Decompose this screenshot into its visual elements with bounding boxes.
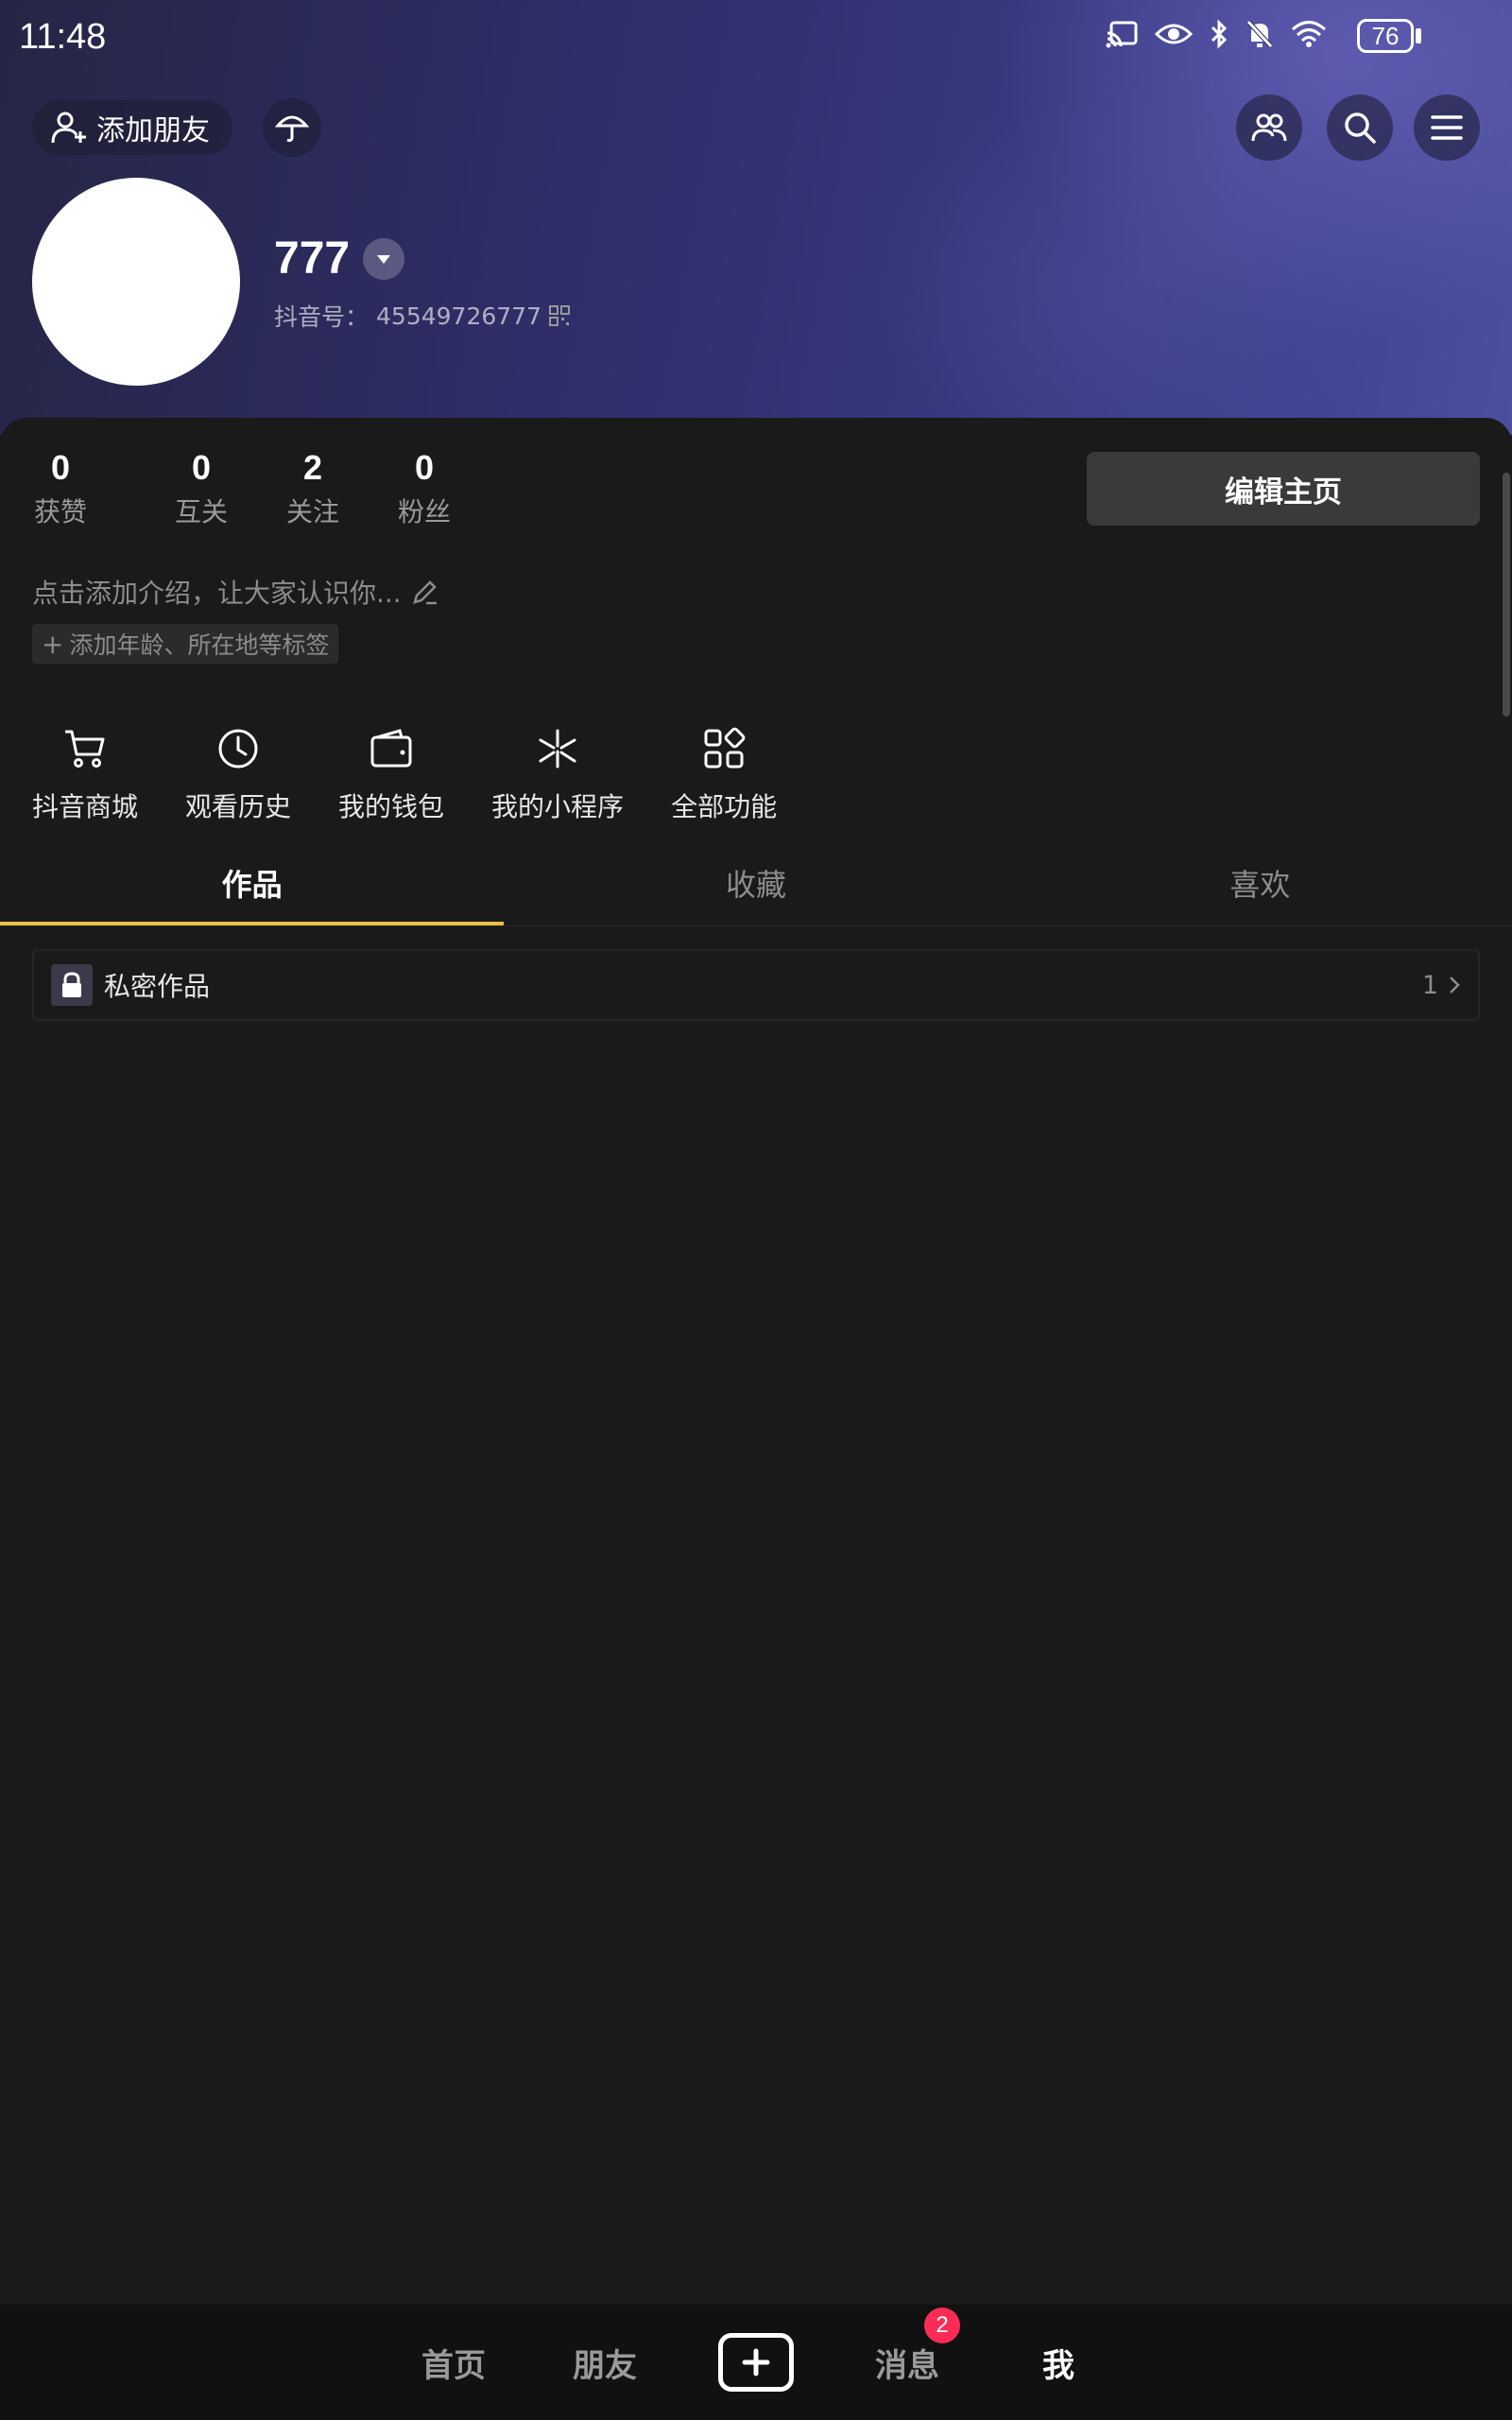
tab-likes[interactable]: 喜欢 xyxy=(1008,851,1512,925)
bio-placeholder[interactable]: 点击添加介绍，让大家认识你... xyxy=(32,573,439,611)
stat-value: 0 xyxy=(414,448,435,487)
battery-tip xyxy=(1416,28,1421,43)
people-icon xyxy=(1251,113,1287,142)
account-switch-button[interactable] xyxy=(363,237,405,280)
umbrella-icon xyxy=(275,115,309,143)
friends-list-button[interactable] xyxy=(1236,95,1302,161)
douyin-id-label: 抖音号： xyxy=(274,303,369,331)
bio-text: 点击添加介绍，让大家认识你... xyxy=(32,578,402,609)
stat-label: 关注 xyxy=(285,496,339,527)
private-works-label: 私密作品 xyxy=(104,971,211,1002)
shortcut-label: 全部功能 xyxy=(671,791,778,822)
shortcut-mall[interactable]: 抖音商城 xyxy=(32,724,138,824)
caret-down-icon xyxy=(377,254,391,264)
avatar[interactable] xyxy=(32,178,240,386)
nav-home[interactable]: 首页 xyxy=(378,2340,529,2386)
stat-mutual[interactable]: 0 互关 xyxy=(146,448,257,529)
nav-friends[interactable]: 朋友 xyxy=(529,2340,680,2386)
stat-value: 2 xyxy=(302,448,323,487)
status-time: 11:48 xyxy=(19,17,107,57)
stat-value: 0 xyxy=(191,448,212,487)
stat-following[interactable]: 2 关注 xyxy=(257,448,369,529)
mute-bell-icon xyxy=(1246,20,1273,48)
message-badge: 2 xyxy=(924,2307,960,2343)
clock-icon xyxy=(218,729,258,769)
wifi-icon xyxy=(1292,21,1326,47)
private-works-count: 1 xyxy=(1421,970,1438,1000)
add-friend-label: 添加朋友 xyxy=(96,114,210,147)
add-tags-label: 添加年龄、所在地等标签 xyxy=(69,631,330,659)
stat-label: 互关 xyxy=(174,496,228,527)
search-button[interactable] xyxy=(1327,95,1393,161)
profile-content-sheet xyxy=(0,418,1512,2308)
shortcut-history[interactable]: 观看历史 xyxy=(185,724,291,824)
shortcut-all-features[interactable]: 全部功能 xyxy=(671,724,777,824)
cart-icon xyxy=(65,730,105,768)
eye-icon xyxy=(1155,24,1193,44)
content-tabs: 作品 收藏 喜欢 xyxy=(0,851,1512,926)
menu-button[interactable] xyxy=(1414,95,1480,161)
umbrella-button[interactable] xyxy=(263,98,321,157)
add-tags-button[interactable]: + 添加年龄、所在地等标签 xyxy=(32,624,339,664)
qr-code-icon[interactable] xyxy=(548,305,570,326)
nav-me[interactable]: 我 xyxy=(983,2340,1134,2386)
nav-messages[interactable]: 消息 2 xyxy=(832,2307,983,2386)
mini-program-icon xyxy=(539,729,576,769)
wallet-icon xyxy=(370,729,412,768)
private-works-row[interactable]: 私密作品 1 xyxy=(32,949,1480,1021)
add-friend-button[interactable]: 添加朋友 xyxy=(32,100,232,155)
username-row: 777 xyxy=(274,233,405,285)
stats-row: 0 获赞 0 互关 2 关注 0 粉丝 xyxy=(32,448,480,529)
nav-messages-label: 消息 xyxy=(875,2346,939,2385)
tab-favorites[interactable]: 收藏 xyxy=(504,851,1007,925)
shortcut-wallet[interactable]: 我的钱包 xyxy=(338,724,444,824)
edit-profile-button[interactable]: 编辑主页 xyxy=(1087,452,1480,526)
edit-pencil-icon xyxy=(412,580,437,605)
scrollbar[interactable] xyxy=(1503,473,1510,717)
shortcut-label: 我的钱包 xyxy=(338,791,445,822)
create-post-button[interactable] xyxy=(718,2333,794,2392)
stat-label: 粉丝 xyxy=(397,496,451,527)
stat-followers[interactable]: 0 粉丝 xyxy=(369,448,480,529)
bluetooth-icon xyxy=(1211,19,1228,49)
search-icon xyxy=(1345,112,1376,144)
status-bar: 11:48 76 xyxy=(0,0,1512,76)
stat-likes[interactable]: 0 获赞 xyxy=(32,448,146,529)
menu-icon xyxy=(1431,115,1463,140)
shortcut-label: 抖音商城 xyxy=(32,791,139,822)
shortcut-mini-programs[interactable]: 我的小程序 xyxy=(491,724,624,824)
stat-value: 0 xyxy=(50,448,71,487)
shortcut-label: 我的小程序 xyxy=(491,791,625,822)
douyin-id: 45549726777 xyxy=(376,302,541,330)
stat-label: 获赞 xyxy=(33,496,87,527)
username: 777 xyxy=(274,233,351,284)
lock-icon xyxy=(62,972,81,997)
private-works-thumbnail xyxy=(51,964,93,1006)
cast-icon xyxy=(1106,21,1138,48)
status-icons xyxy=(1106,19,1327,49)
tab-works[interactable]: 作品 xyxy=(0,851,505,925)
grid-icon xyxy=(704,727,746,769)
bottom-navigation: 首页 朋友 消息 2 我 xyxy=(0,2305,1512,2420)
chevron-right-icon xyxy=(1450,977,1460,994)
shortcut-row: 抖音商城 观看历史 我的钱包 我的小程序 全部功能 xyxy=(32,724,824,824)
douyin-id-row: 抖音号： 45549726777 xyxy=(274,299,570,333)
plus-icon xyxy=(742,2348,770,2377)
shortcut-label: 观看历史 xyxy=(185,791,292,822)
battery-indicator: 76 xyxy=(1357,19,1414,53)
add-user-icon xyxy=(51,112,86,144)
plus-icon: + xyxy=(42,628,64,660)
